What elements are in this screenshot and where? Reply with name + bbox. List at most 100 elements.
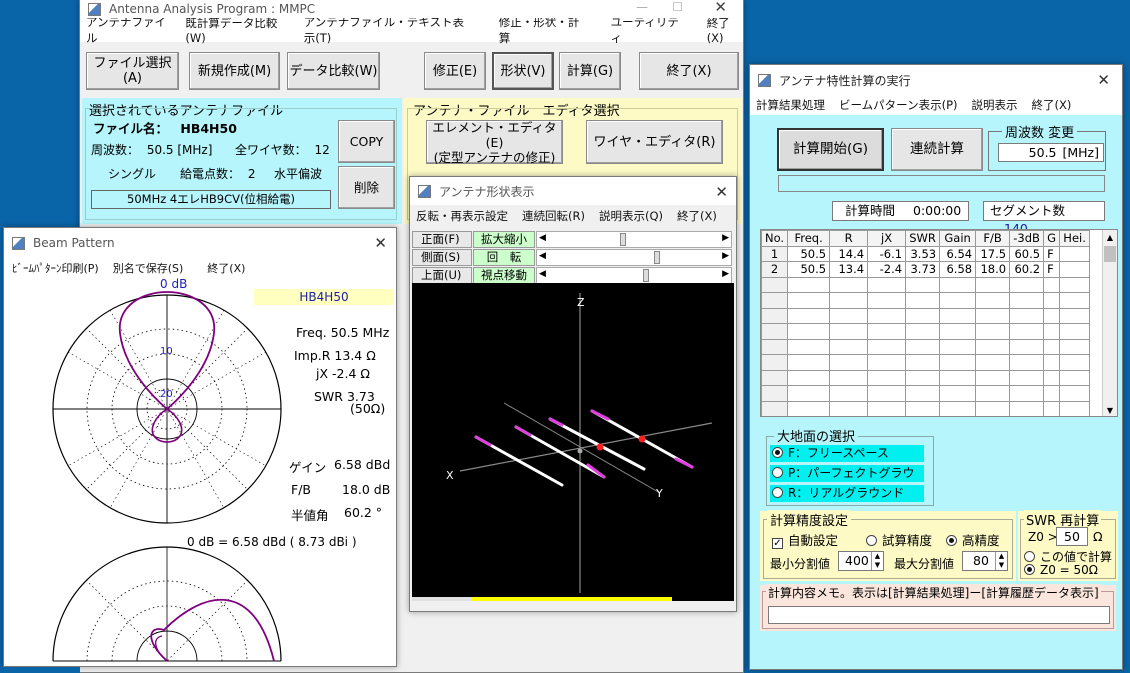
view-slider-0[interactable]: ◀ ▶ (536, 231, 732, 248)
slider-thumb-2[interactable] (643, 269, 649, 282)
minimize-icon[interactable]: — (636, 0, 648, 14)
description-field[interactable]: 50MHz 4エレHB9CV(位相給電) (91, 190, 331, 209)
high-radio-row[interactable]: 高精度 (946, 530, 1000, 549)
new-create-button[interactable]: 新規作成(M) (189, 52, 280, 90)
table-cell-empty (1059, 385, 1091, 402)
antenna-3d-view[interactable]: Z X Y (412, 283, 734, 601)
menu-compare[interactable]: 既計算データ比較(W) (185, 15, 287, 45)
ground-radio-2[interactable] (772, 487, 783, 498)
beam-impr: Imp.R 13.4 Ω (294, 348, 376, 363)
beam-menu-exit[interactable]: 終了(X) (207, 260, 245, 276)
table-cell: F (1043, 261, 1061, 278)
menu-utility[interactable]: ユーティリティ (611, 14, 683, 46)
shape-button[interactable]: 形状(V) (492, 52, 554, 90)
slider-left-icon[interactable]: ◀ (539, 233, 546, 243)
close-icon[interactable]: ✕ (714, 0, 727, 16)
polar-plot-horizontal (52, 291, 282, 524)
menu-modify[interactable]: 修正・形状・計算 (499, 14, 583, 46)
table-cell-empty (787, 385, 831, 402)
view-button-1[interactable]: 側面(S) (412, 249, 472, 266)
menu-text-view[interactable]: アンテナファイル・テキスト表示(T) (304, 14, 475, 46)
half-angle-value: 60.2 ° (344, 505, 383, 520)
slider-thumb-0[interactable] (620, 233, 626, 246)
beam-close-icon[interactable]: ✕ (374, 234, 387, 252)
maximize-icon[interactable]: ☐ (672, 0, 683, 14)
min-div-spin-icon[interactable]: ▲ ▼ (871, 552, 883, 570)
ground-radio-1[interactable] (772, 467, 783, 478)
scroll-up-icon[interactable]: ▲ (1103, 230, 1117, 245)
shape-close-icon[interactable]: ✕ (715, 183, 728, 201)
table-cell-empty (975, 338, 1011, 355)
calc-menu-beam[interactable]: ビームパターン表示(P) (839, 97, 958, 113)
exit-button[interactable]: 終了(X) (639, 52, 739, 90)
calc-start-button[interactable]: 計算開始(G) (777, 128, 884, 171)
table-cell-empty (829, 323, 869, 340)
taskbar-fragment (0, 667, 80, 673)
wire-editor-button[interactable]: ワイヤ・エディタ(R) (586, 120, 723, 164)
ground-radio-0[interactable] (772, 447, 783, 458)
z0-50-radio[interactable] (1024, 564, 1035, 575)
shape-menu-help[interactable]: 説明表示(Q) (599, 208, 663, 224)
modify-button[interactable]: 修正(E) (424, 52, 486, 90)
ground-label-2: R：リアルグラウンド (788, 486, 905, 500)
max-div-spin-icon[interactable]: ▲ ▼ (995, 552, 1007, 570)
view-slider-1[interactable]: ◀ ▶ (536, 249, 732, 266)
slider-left-icon[interactable]: ◀ (539, 269, 546, 279)
beam-menu-save-as[interactable]: 別名で保存(S) (113, 260, 184, 276)
slider-thumb-1[interactable] (654, 251, 660, 264)
view-mode-2: 視点移動 (473, 267, 535, 284)
table-row[interactable]: 2 50.5 13.4 -2.4 3.73 6.58 18.0 60.2 F (761, 261, 1091, 278)
file-select-button[interactable]: ファイル選択(A) (86, 52, 179, 90)
results-scrollbar[interactable]: ▲ ▼ (1102, 230, 1117, 416)
table-row[interactable]: 1 50.5 14.4 -6.1 3.53 6.54 17.5 60.5 F (761, 245, 1091, 262)
table-cell-empty (867, 276, 907, 293)
scroll-thumb[interactable] (1104, 246, 1116, 262)
slider-left-icon[interactable]: ◀ (539, 251, 546, 261)
trial-radio-row[interactable]: 試算精度 (866, 530, 932, 549)
min-div-input[interactable]: 400 ▲ ▼ (838, 551, 884, 571)
ground-option-1[interactable]: P：パーフェクトグラウンド (770, 465, 924, 497)
freq-change-input[interactable]: 50.5 [MHz] (998, 143, 1104, 162)
view-button-0[interactable]: 正面(F) (412, 231, 472, 248)
slider-right-icon[interactable]: ▶ (722, 269, 729, 279)
calc-menu-results[interactable]: 計算結果処理 (756, 97, 825, 113)
continuous-calc-button[interactable]: 連続計算 (891, 128, 983, 171)
calc-title: アンテナ特性計算の実行 (779, 73, 911, 88)
auto-checkbox[interactable]: ✓ (772, 538, 783, 549)
menu-exit[interactable]: 終了(X) (707, 15, 743, 45)
max-div-input[interactable]: 80 ▲ ▼ (962, 551, 1008, 571)
scroll-down-icon[interactable]: ▼ (1103, 403, 1117, 416)
z0-input[interactable]: 50 (1056, 527, 1088, 546)
view-slider-2[interactable]: ◀ ▶ (536, 267, 732, 284)
calc-menu-exit[interactable]: 終了(X) (1032, 97, 1072, 113)
copy-button[interactable]: COPY (338, 120, 395, 163)
auto-checkbox-row[interactable]: ✓ 自動設定 (772, 530, 838, 549)
high-radio[interactable] (946, 535, 957, 546)
memo-input[interactable] (768, 606, 1110, 624)
element-editor-button[interactable]: エレメント・エディタ(E) (定型アンテナの修正) (426, 120, 563, 165)
calc-menu-help[interactable]: 説明表示 (972, 97, 1018, 113)
menu-antenna-file[interactable]: アンテナファイル (86, 14, 169, 46)
beam-menu-print[interactable]: ﾋﾞｰﾑﾊﾟﾀｰﾝ印刷(P) (12, 260, 99, 276)
slider-right-icon[interactable]: ▶ (722, 251, 729, 261)
data-compare-button[interactable]: データ比較(W) (287, 52, 380, 90)
ground-option-0[interactable]: F：フリースペース (770, 445, 924, 462)
calc-button[interactable]: 計算(G) (559, 52, 621, 90)
ground-option-2[interactable]: R：リアルグラウンド (770, 485, 924, 502)
trial-radio[interactable] (866, 535, 877, 546)
slider-right-icon[interactable]: ▶ (722, 233, 729, 243)
calc-time-box: 計算時間 0:00:00 (832, 201, 969, 221)
shape-menu-exit[interactable]: 終了(X) (677, 208, 717, 224)
z0-50-row[interactable]: Z0 = 50Ω (1024, 563, 1098, 577)
progress-bar (778, 175, 1105, 192)
delete-button[interactable]: 削除 (338, 166, 395, 209)
z0-label: Z0 > (1028, 530, 1058, 544)
use-value-radio[interactable] (1024, 551, 1035, 562)
calc-close-icon[interactable]: ✕ (1097, 71, 1110, 89)
shape-menu-rotate[interactable]: 連続回転(R) (522, 208, 585, 224)
table-header-row: No. Freq. RjX SWR Gain F/B -3dB G Hei. (761, 230, 1091, 247)
table-cell: 60.5 (1009, 245, 1045, 262)
view-button-2[interactable]: 上面(U) (412, 267, 472, 284)
polarization-label: 水平偏波 (274, 167, 323, 181)
shape-menu-invert[interactable]: 反転・再表示設定 (416, 208, 508, 224)
